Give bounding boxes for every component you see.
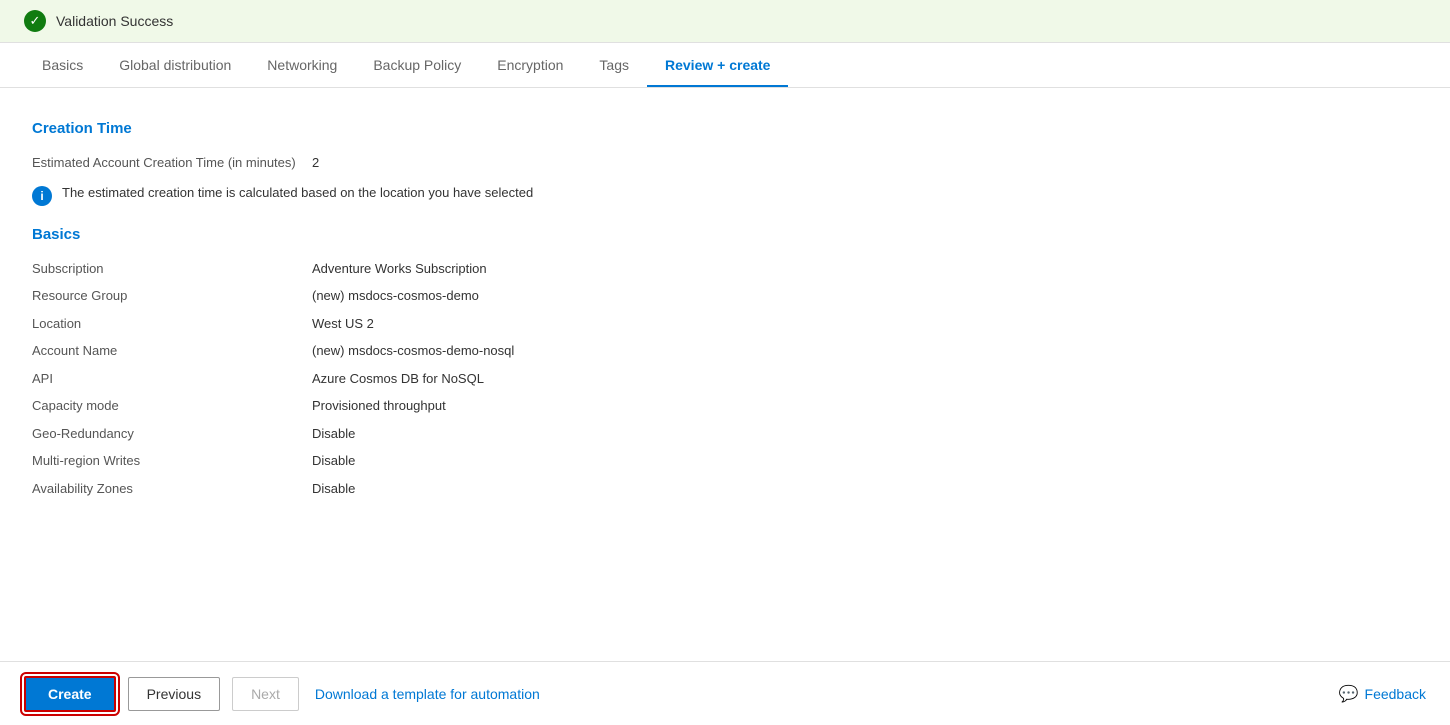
geo-redundancy-row: Geo-Redundancy Disable — [32, 424, 1418, 444]
availability-zones-label: Availability Zones — [32, 479, 312, 499]
capacity-mode-label: Capacity mode — [32, 396, 312, 416]
footer: Create Previous Next Download a template… — [0, 661, 1450, 725]
account-name-row: Account Name (new) msdocs-cosmos-demo-no… — [32, 341, 1418, 361]
multi-region-writes-label: Multi-region Writes — [32, 451, 312, 471]
estimated-time-row: Estimated Account Creation Time (in minu… — [32, 153, 1418, 173]
validation-text: Validation Success — [56, 13, 173, 29]
validation-bar: ✓ Validation Success — [0, 0, 1450, 43]
capacity-mode-value: Provisioned throughput — [312, 396, 446, 416]
api-row: API Azure Cosmos DB for NoSQL — [32, 369, 1418, 389]
multi-region-writes-row: Multi-region Writes Disable — [32, 451, 1418, 471]
creation-time-title: Creation Time — [32, 120, 1418, 137]
multi-region-writes-value: Disable — [312, 451, 355, 471]
subscription-value: Adventure Works Subscription — [312, 259, 487, 279]
resource-group-value: (new) msdocs-cosmos-demo — [312, 286, 479, 306]
estimated-time-value: 2 — [312, 153, 319, 173]
feedback-icon: 💬 — [1339, 684, 1359, 704]
tab-encryption[interactable]: Encryption — [479, 43, 581, 87]
tabs-bar: Basics Global distribution Networking Ba… — [0, 43, 1450, 88]
tab-networking[interactable]: Networking — [249, 43, 355, 87]
tab-backup-policy[interactable]: Backup Policy — [355, 43, 479, 87]
capacity-mode-row: Capacity mode Provisioned throughput — [32, 396, 1418, 416]
tab-basics[interactable]: Basics — [24, 43, 101, 87]
resource-group-label: Resource Group — [32, 286, 312, 306]
location-label: Location — [32, 314, 312, 334]
location-value: West US 2 — [312, 314, 374, 334]
create-button[interactable]: Create — [24, 676, 116, 712]
next-button[interactable]: Next — [232, 677, 299, 711]
api-label: API — [32, 369, 312, 389]
download-template-link[interactable]: Download a template for automation — [315, 686, 540, 702]
subscription-row: Subscription Adventure Works Subscriptio… — [32, 259, 1418, 279]
info-notice: i The estimated creation time is calcula… — [32, 185, 1418, 206]
info-icon: i — [32, 186, 52, 206]
api-value: Azure Cosmos DB for NoSQL — [312, 369, 484, 389]
geo-redundancy-value: Disable — [312, 424, 355, 444]
tab-review-create[interactable]: Review + create — [647, 43, 788, 87]
feedback-label: Feedback — [1365, 686, 1426, 702]
validation-icon: ✓ — [24, 10, 46, 32]
info-notice-text: The estimated creation time is calculate… — [62, 185, 533, 200]
tab-tags[interactable]: Tags — [581, 43, 647, 87]
tab-global-distribution[interactable]: Global distribution — [101, 43, 249, 87]
feedback-button[interactable]: 💬 Feedback — [1339, 684, 1426, 704]
subscription-label: Subscription — [32, 259, 312, 279]
account-name-value: (new) msdocs-cosmos-demo-nosql — [312, 341, 514, 361]
main-content: Creation Time Estimated Account Creation… — [0, 88, 1450, 659]
previous-button[interactable]: Previous — [128, 677, 220, 711]
basics-title: Basics — [32, 226, 1418, 243]
location-row: Location West US 2 — [32, 314, 1418, 334]
availability-zones-value: Disable — [312, 479, 355, 499]
geo-redundancy-label: Geo-Redundancy — [32, 424, 312, 444]
account-name-label: Account Name — [32, 341, 312, 361]
resource-group-row: Resource Group (new) msdocs-cosmos-demo — [32, 286, 1418, 306]
availability-zones-row: Availability Zones Disable — [32, 479, 1418, 499]
estimated-time-label: Estimated Account Creation Time (in minu… — [32, 153, 312, 173]
